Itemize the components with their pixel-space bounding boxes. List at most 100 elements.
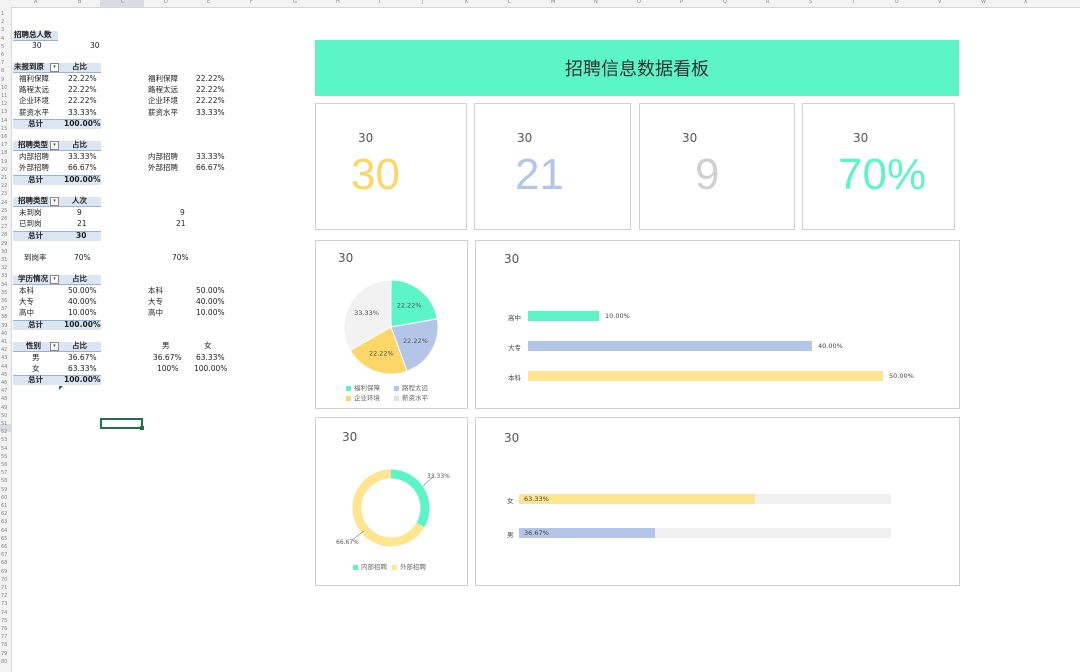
row-number[interactable]: 9 bbox=[1, 77, 4, 83]
column-letter[interactable]: U bbox=[895, 0, 899, 5]
row-number[interactable]: 16 bbox=[1, 134, 7, 140]
row-number[interactable]: 23 bbox=[1, 191, 7, 197]
row-number[interactable]: 54 bbox=[1, 446, 7, 452]
column-letter[interactable]: F bbox=[250, 0, 253, 5]
row-number[interactable]: 76 bbox=[1, 626, 7, 632]
row-number[interactable]: 51 bbox=[1, 421, 7, 427]
row-number[interactable]: 44 bbox=[1, 364, 7, 370]
row-number[interactable]: 63 bbox=[1, 519, 7, 525]
row-number[interactable]: 7 bbox=[1, 60, 4, 66]
row-number[interactable]: 62 bbox=[1, 511, 7, 517]
row-number[interactable]: 48 bbox=[1, 396, 7, 402]
filter-dropdown-icon[interactable]: ▾ bbox=[50, 197, 59, 206]
row-number[interactable]: 6 bbox=[1, 52, 4, 58]
row-number[interactable]: 2 bbox=[1, 19, 4, 25]
row-number[interactable]: 64 bbox=[1, 528, 7, 534]
row-number[interactable]: 47 bbox=[1, 388, 7, 394]
row-number[interactable]: 71 bbox=[1, 585, 7, 591]
column-letter[interactable]: X bbox=[1024, 0, 1027, 5]
row-number[interactable]: 8 bbox=[1, 68, 4, 74]
row-number[interactable]: 38 bbox=[1, 314, 7, 320]
row-number[interactable]: 12 bbox=[1, 101, 7, 107]
row-number[interactable]: 79 bbox=[1, 651, 7, 657]
row-number[interactable]: 50 bbox=[1, 413, 7, 419]
row-number[interactable]: 60 bbox=[1, 495, 7, 501]
row-number[interactable]: 27 bbox=[1, 224, 7, 230]
row-number[interactable]: 75 bbox=[1, 618, 7, 624]
row-number[interactable]: 30 bbox=[1, 249, 7, 255]
column-letter[interactable]: Q bbox=[723, 0, 727, 5]
row-number[interactable]: 69 bbox=[1, 569, 7, 575]
column-letter[interactable]: S bbox=[809, 0, 812, 5]
column-letter[interactable]: A bbox=[34, 0, 37, 5]
row-number[interactable]: 53 bbox=[1, 437, 7, 443]
row-number[interactable]: 68 bbox=[1, 560, 7, 566]
row-number[interactable]: 49 bbox=[1, 405, 7, 411]
column-letter[interactable]: V bbox=[938, 0, 941, 5]
row-number[interactable]: 26 bbox=[1, 216, 7, 222]
column-letter[interactable]: G bbox=[293, 0, 297, 5]
column-letter[interactable]: L bbox=[508, 0, 511, 5]
row-number[interactable]: 57 bbox=[1, 470, 7, 476]
row-number[interactable]: 70 bbox=[1, 577, 7, 583]
column-letter[interactable]: B bbox=[78, 0, 81, 5]
row-number[interactable]: 14 bbox=[1, 118, 7, 124]
filter-dropdown-icon[interactable]: ▾ bbox=[50, 141, 59, 150]
row-number[interactable]: 46 bbox=[1, 380, 7, 386]
row-number[interactable]: 17 bbox=[1, 142, 7, 148]
row-number[interactable]: 32 bbox=[1, 265, 7, 271]
row-number[interactable]: 58 bbox=[1, 478, 7, 484]
row-number[interactable]: 3 bbox=[1, 27, 4, 33]
row-number[interactable]: 74 bbox=[1, 610, 7, 616]
column-letter[interactable]: C bbox=[121, 0, 125, 5]
row-number[interactable]: 61 bbox=[1, 503, 7, 509]
row-number[interactable]: 56 bbox=[1, 462, 7, 468]
row-number[interactable]: 37 bbox=[1, 306, 7, 312]
column-letter[interactable]: H bbox=[336, 0, 340, 5]
column-letter[interactable]: O bbox=[637, 0, 641, 5]
row-number[interactable]: 19 bbox=[1, 159, 7, 165]
row-number[interactable]: 18 bbox=[1, 150, 7, 156]
row-number[interactable]: 35 bbox=[1, 290, 7, 296]
row-number[interactable]: 28 bbox=[1, 232, 7, 238]
row-number[interactable]: 36 bbox=[1, 298, 7, 304]
row-number[interactable]: 25 bbox=[1, 208, 7, 214]
column-letter[interactable]: D bbox=[164, 0, 168, 5]
row-number[interactable]: 20 bbox=[1, 167, 7, 173]
row-number[interactable]: 34 bbox=[1, 282, 7, 288]
row-number[interactable]: 24 bbox=[1, 200, 7, 206]
row-number[interactable]: 59 bbox=[1, 487, 7, 493]
column-letter[interactable]: M bbox=[551, 0, 555, 5]
row-number[interactable]: 77 bbox=[1, 634, 7, 640]
row-number[interactable]: 80 bbox=[1, 659, 7, 665]
row-number[interactable]: 52 bbox=[1, 429, 7, 435]
column-letter[interactable]: I bbox=[379, 0, 380, 5]
row-number[interactable]: 21 bbox=[1, 175, 7, 181]
filter-dropdown-icon[interactable]: ▾ bbox=[50, 63, 59, 72]
row-number[interactable]: 1 bbox=[1, 11, 4, 17]
row-number[interactable]: 22 bbox=[1, 183, 7, 189]
column-letter[interactable]: K bbox=[465, 0, 468, 5]
row-number[interactable]: 45 bbox=[1, 372, 7, 378]
row-number[interactable]: 42 bbox=[1, 347, 7, 353]
row-number[interactable]: 67 bbox=[1, 552, 7, 558]
row-number[interactable]: 72 bbox=[1, 593, 7, 599]
row-number[interactable]: 5 bbox=[1, 44, 4, 50]
row-number[interactable]: 4 bbox=[1, 36, 4, 42]
row-number[interactable]: 65 bbox=[1, 536, 7, 542]
row-number[interactable]: 55 bbox=[1, 454, 7, 460]
row-number[interactable]: 11 bbox=[1, 93, 7, 99]
filter-dropdown-icon[interactable]: ▾ bbox=[50, 342, 59, 351]
column-letter[interactable]: E bbox=[207, 0, 210, 5]
row-number[interactable]: 66 bbox=[1, 544, 7, 550]
row-number[interactable]: 39 bbox=[1, 323, 7, 329]
row-number[interactable]: 73 bbox=[1, 601, 7, 607]
row-number[interactable]: 41 bbox=[1, 339, 7, 345]
row-number[interactable]: 33 bbox=[1, 273, 7, 279]
selected-cell[interactable] bbox=[100, 418, 144, 430]
filter-dropdown-icon[interactable]: ▾ bbox=[50, 275, 59, 284]
row-number[interactable]: 31 bbox=[1, 257, 7, 263]
column-letter[interactable]: N bbox=[594, 0, 598, 5]
row-number[interactable]: 15 bbox=[1, 126, 7, 132]
column-letter[interactable]: T bbox=[852, 0, 855, 5]
